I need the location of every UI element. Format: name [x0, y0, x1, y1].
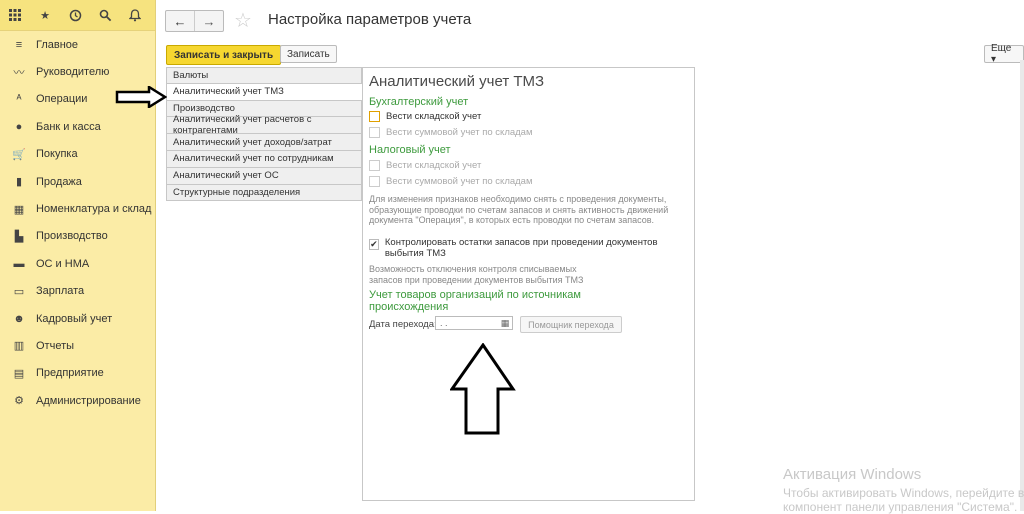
date-value: . .: [440, 318, 448, 328]
sidebar-item-hr[interactable]: ☻ Кадровый учет: [0, 305, 155, 332]
sidebar-item-purchase[interactable]: 🛒 Покупка: [0, 141, 155, 168]
windows-activation-watermark: Активация Windows Чтобы активировать Win…: [783, 466, 1024, 514]
sources-section-title: Учет товаров организаций по источникам п…: [369, 289, 581, 313]
menu-icon: ≡: [15, 38, 23, 51]
checkbox-box[interactable]: [369, 160, 380, 171]
sidebar-item-manager[interactable]: 〰 Руководителю: [0, 58, 155, 85]
checkbox-label: Вести складской учет: [386, 111, 482, 122]
page-title: Настройка параметров учета: [268, 11, 472, 28]
sidebar-item-label: Администрирование: [36, 394, 141, 407]
checkbox-box[interactable]: [369, 111, 380, 122]
sidebar-item-label: Зарплата: [36, 285, 85, 298]
calendar-icon[interactable]: ▦: [500, 318, 510, 328]
tax-warehouse-checkbox[interactable]: Вести складской учет: [369, 160, 481, 171]
sidebar-item-fixed-assets[interactable]: ▬ ОС и НМА: [0, 250, 155, 277]
tab-departments[interactable]: Структурные подразделения: [166, 184, 362, 202]
tab-counterparties[interactable]: Аналитический учет расчетов с контрагент…: [166, 114, 362, 136]
sidebar-item-label: Операции: [36, 93, 88, 106]
gear-icon: ⚙: [14, 395, 24, 408]
tab-employees[interactable]: Аналитический учет по сотрудникам: [166, 150, 362, 168]
search-icon[interactable]: [96, 6, 114, 24]
more-button[interactable]: Еще ▾: [984, 43, 1024, 65]
sidebar-item-label: Номенклатура и склад: [36, 203, 152, 216]
tab-income-expenses[interactable]: Аналитический учет доходов/затрат: [166, 134, 362, 151]
history-icon[interactable]: [66, 6, 84, 24]
bank-icon: ●: [15, 120, 23, 133]
checkbox-box[interactable]: [369, 127, 380, 138]
sidebar-item-salary[interactable]: ▭ Зарплата: [0, 278, 155, 305]
tax-section-title: Налоговый учет: [369, 144, 451, 156]
sidebar-item-label: Предприятие: [36, 367, 104, 380]
change-note: Для изменения признаков необходимо снять…: [369, 194, 669, 225]
save-and-close-button[interactable]: Записать и закрыть: [166, 45, 282, 65]
watermark-text: компонент панели управления "Система".: [783, 500, 1018, 514]
sidebar-item-label: Покупка: [36, 148, 78, 161]
building-icon: ▤: [13, 367, 25, 380]
sidebar-item-admin[interactable]: ⚙ Администрирование: [0, 387, 155, 414]
sidebar-item-sales[interactable]: ▮ Продажа: [0, 168, 155, 195]
sidebar-item-bank[interactable]: ● Банк и касса: [0, 113, 155, 140]
apps-grid-icon[interactable]: [6, 6, 24, 24]
accounting-warehouse-checkbox[interactable]: Вести складской учет: [369, 111, 481, 122]
factory-icon: ▙: [14, 230, 24, 243]
tab-inventory-analytics[interactable]: Аналитический учет ТМЗ: [166, 83, 362, 101]
sidebar-item-label: ОС и НМА: [36, 257, 90, 270]
people-icon: ☻: [13, 312, 25, 325]
date-input[interactable]: . . ▦: [435, 316, 513, 330]
accounting-sum-checkbox[interactable]: Вести суммовой учет по складам: [369, 127, 533, 138]
sidebar-item-production[interactable]: ▙ Производство: [0, 223, 155, 250]
bar-chart-icon: ▥: [13, 340, 25, 353]
sidebar-item-stock[interactable]: ▦ Номенклатура и склад: [0, 195, 155, 222]
bag-icon: ▮: [15, 176, 23, 189]
tax-sum-checkbox[interactable]: Вести суммовой учет по складам: [369, 176, 533, 187]
operations-icon: ᴬ: [16, 93, 22, 106]
up-arrow-annotation: [450, 343, 516, 435]
accounting-section-title: Бухгалтерский учет: [369, 96, 469, 108]
tab-currencies[interactable]: Валюты: [166, 67, 362, 84]
checkbox-label: Вести суммовой учет по складам: [386, 127, 533, 138]
date-label: Дата перехода:: [369, 319, 437, 330]
cart-icon: 🛒: [12, 148, 26, 161]
sidebar-item-label: Главное: [36, 38, 79, 51]
sidebar-item-main[interactable]: ≡ Главное: [0, 31, 155, 58]
truck-icon: ▬: [13, 257, 25, 270]
cash-icon: ▭: [13, 285, 25, 298]
sidebar-toolbar: ★: [0, 0, 155, 31]
checkbox-label: Вести складской учет: [386, 160, 482, 171]
panel-heading: Аналитический учет ТМЗ: [369, 73, 545, 90]
content-panel: Аналитический учет ТМЗ Бухгалтерский уче…: [362, 67, 695, 501]
trend-icon: 〰: [13, 67, 25, 80]
nav-buttons: ← →: [165, 10, 224, 32]
sidebar-item-label: Руководителю: [36, 66, 110, 79]
sidebar: ★ ≡ Главное 〰 Руководителю ᴬ Операции ● Банк…: [0, 0, 156, 511]
transition-helper-button[interactable]: Помощник перехода: [520, 316, 622, 333]
checkbox-label: Вести суммовой учет по складам: [386, 176, 533, 187]
sidebar-item-label: Банк и касса: [36, 120, 101, 133]
watermark-text: Чтобы активировать Windows, перейдите в: [783, 486, 1024, 500]
bell-icon[interactable]: [126, 6, 144, 24]
sidebar-item-enterprise[interactable]: ▤ Предприятие: [0, 360, 155, 387]
sidebar-item-label: Кадровый учет: [36, 312, 113, 325]
checkbox-checked-icon[interactable]: ✔: [369, 239, 379, 250]
settings-tabs: Валюты Аналитический учет ТМЗ Производст…: [166, 67, 362, 202]
star-icon[interactable]: ★: [36, 6, 54, 24]
sidebar-item-label: Производство: [36, 230, 108, 243]
tab-fixed-assets[interactable]: Аналитический учет ОС: [166, 167, 362, 185]
grid-icon: ▦: [13, 203, 25, 216]
forward-button[interactable]: →: [195, 11, 223, 31]
checkbox-box[interactable]: [369, 176, 380, 187]
checkbox-label: Контролировать остатки запасов при прове…: [384, 237, 658, 259]
favorite-star-icon[interactable]: ☆: [234, 8, 252, 33]
back-button[interactable]: ←: [166, 11, 195, 31]
control-stock-checkbox[interactable]: ✔ Контролировать остатки запасов при про…: [369, 237, 679, 259]
right-arrow-annotation: [115, 86, 167, 108]
sidebar-item-label: Продажа: [36, 175, 82, 188]
sidebar-item-label: Отчеты: [36, 339, 75, 352]
scrollbar-track[interactable]: [1020, 60, 1024, 511]
control-note: Возможность отключения контроля списывае…: [369, 264, 584, 285]
sidebar-item-reports[interactable]: ▥ Отчеты: [0, 332, 155, 359]
watermark-title: Активация Windows: [783, 466, 922, 483]
save-button[interactable]: Записать: [280, 45, 337, 63]
